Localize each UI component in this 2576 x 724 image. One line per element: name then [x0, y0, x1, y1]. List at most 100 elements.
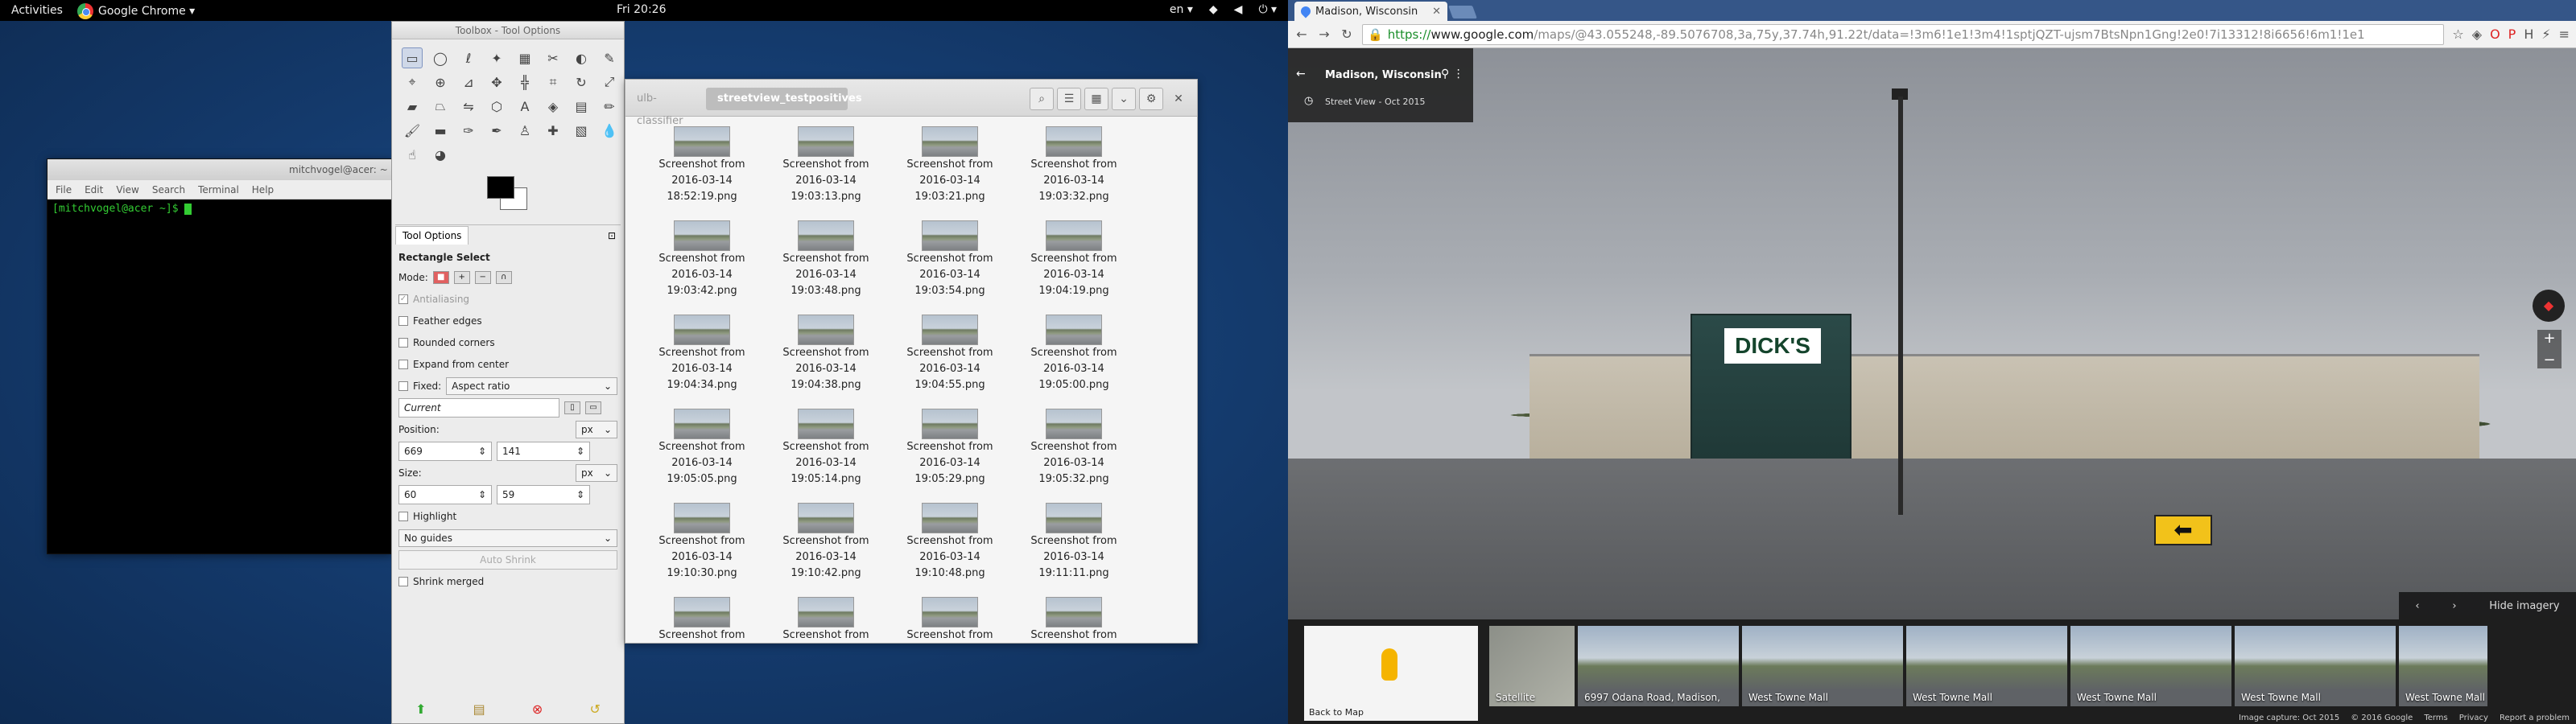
guides-dropdown[interactable]: No guides ⌄: [398, 529, 617, 547]
search-icon[interactable]: ⌕: [1030, 88, 1054, 110]
file-item[interactable]: Screenshot from 2016-03-14 19:03:48.png: [764, 217, 888, 308]
free-select-tool-icon[interactable]: ℓ: [458, 47, 479, 68]
zoom-tool-icon[interactable]: ⊕: [430, 72, 451, 93]
file-item[interactable]: Screenshot from: [640, 594, 764, 643]
position-x-field[interactable]: 669 ⇕: [398, 441, 492, 461]
grid-view-icon[interactable]: ▦: [1084, 88, 1108, 110]
paintbrush-tool-icon[interactable]: 🖌: [402, 120, 423, 141]
back-to-map-link[interactable]: Back to Map: [1309, 707, 1364, 718]
ellipse-select-tool-icon[interactable]: ◯: [430, 47, 451, 68]
airbrush-tool-icon[interactable]: ✑: [458, 120, 479, 141]
menu-file[interactable]: File: [56, 184, 72, 195]
extension-h-icon[interactable]: H: [2524, 27, 2533, 42]
pegman-icon[interactable]: [1381, 648, 1397, 681]
smudge-tool-icon[interactable]: ☝: [402, 144, 423, 165]
back-arrow-icon[interactable]: ←: [1296, 68, 1306, 80]
file-item[interactable]: Screenshot from 2016-03-14 19:05:29.png: [888, 405, 1012, 496]
extension-bolt-icon[interactable]: ⚡: [2541, 27, 2550, 42]
file-item[interactable]: Screenshot from 2016-03-14 19:05:14.png: [764, 405, 888, 496]
shrink-merged-checkbox[interactable]: [398, 576, 408, 586]
tab-madison[interactable]: Madison, Wisconsin ✕: [1294, 2, 1447, 21]
auto-shrink-button[interactable]: Auto Shrink: [398, 549, 617, 570]
size-unit-dropdown[interactable]: px ⌄: [576, 463, 617, 482]
location-pin-icon[interactable]: ⚲ ⋮: [1441, 68, 1464, 80]
report-problem-link[interactable]: Report a problem: [2500, 714, 2570, 722]
satellite-thumbnail[interactable]: Satellite: [1489, 626, 1575, 706]
foreground-color-swatch[interactable]: [487, 176, 514, 199]
save-options-icon[interactable]: ⬆: [415, 701, 426, 717]
chrome-window[interactable]: Madison, Wisconsin ✕ ← → ↻ 🔒 https://www…: [1288, 0, 2576, 724]
file-item[interactable]: Screenshot from 2016-03-14 19:04:19.png: [1012, 217, 1136, 308]
zoom-in-button[interactable]: +: [2543, 330, 2555, 347]
menu-search[interactable]: Search: [152, 184, 185, 195]
portrait-icon[interactable]: ▯: [564, 401, 580, 414]
reset-options-icon[interactable]: ↺: [589, 701, 600, 717]
close-icon[interactable]: ✕: [1166, 88, 1191, 110]
rect-select-tool-icon[interactable]: ▭: [402, 47, 423, 68]
file-item[interactable]: Screenshot from: [1012, 594, 1136, 643]
align-tool-icon[interactable]: ╬: [514, 72, 535, 93]
file-item[interactable]: Screenshot from 2016-03-14 19:04:55.png: [888, 311, 1012, 402]
expand-checkbox[interactable]: [398, 359, 408, 369]
spin-arrows-icon[interactable]: ⇕: [478, 446, 486, 457]
new-tab-button[interactable]: [1448, 6, 1477, 19]
keyboard-layout[interactable]: en ▾: [1170, 3, 1193, 16]
file-item[interactable]: Screenshot from 2016-03-14 19:03:54.png: [888, 217, 1012, 308]
rotate-tool-icon[interactable]: ↻: [571, 72, 592, 93]
dodge-burn-tool-icon[interactable]: ◕: [430, 144, 451, 165]
foreground-select-tool-icon[interactable]: ◐: [571, 47, 592, 68]
extension-o-icon[interactable]: O: [2490, 27, 2500, 42]
list-view-icon[interactable]: ☰: [1057, 88, 1081, 110]
imagery-thumbnail[interactable]: West Towne Mall: [1906, 626, 2067, 706]
mode-replace-button[interactable]: ■: [432, 270, 449, 284]
history-clock-icon[interactable]: ◷: [1304, 95, 1313, 107]
position-y-field[interactable]: 141 ⇕: [497, 441, 590, 461]
menu-view[interactable]: View: [116, 184, 138, 195]
mode-intersect-button[interactable]: ∩: [495, 270, 512, 284]
file-item[interactable]: Screenshot from 2016-03-14 19:04:34.png: [640, 311, 764, 402]
mode-subtract-button[interactable]: −: [474, 270, 491, 284]
heal-tool-icon[interactable]: ✚: [543, 120, 564, 141]
breadcrumb-current[interactable]: streetview_testpositives: [706, 88, 862, 110]
clock[interactable]: Fri 20:26: [617, 3, 666, 16]
bookmark-star-icon[interactable]: ☆: [2452, 27, 2463, 42]
system-status-area[interactable]: en ▾ ◆ ◀ ⏻ ▾: [1170, 3, 1277, 16]
prev-image-icon[interactable]: ‹: [2415, 600, 2419, 612]
file-item[interactable]: Screenshot from 2016-03-14 19:05:05.png: [640, 405, 764, 496]
color-select-tool-icon[interactable]: ▦: [514, 47, 535, 68]
imagery-thumbnail[interactable]: West Towne Mall: [2399, 626, 2487, 706]
eraser-tool-icon[interactable]: ▬: [430, 120, 451, 141]
file-item[interactable]: Screenshot from 2016-03-14 19:10:48.png: [888, 500, 1012, 590]
pinterest-icon[interactable]: P: [2508, 27, 2516, 42]
fixed-checkbox[interactable]: [398, 381, 408, 391]
file-item[interactable]: Screenshot from 2016-03-14 19:03:13.png: [764, 123, 888, 214]
terminal-window[interactable]: mitchvogel@acer: ~ File Edit View Search…: [47, 158, 393, 554]
crop-tool-icon[interactable]: ⌗: [543, 72, 564, 93]
current-ratio-field[interactable]: Current: [398, 397, 559, 418]
imagery-thumbnail[interactable]: West Towne Mall: [2235, 626, 2396, 706]
spin-arrows-icon[interactable]: ⇕: [576, 489, 584, 500]
mini-map[interactable]: Back to Map: [1304, 626, 1478, 721]
delete-options-icon[interactable]: ⊗: [532, 701, 543, 717]
file-item[interactable]: Screenshot from: [764, 594, 888, 643]
forward-arrow-icon[interactable]: →: [1317, 27, 1331, 42]
spin-arrows-icon[interactable]: ⇕: [478, 489, 486, 500]
color-picker-tool-icon[interactable]: ⌖: [402, 72, 423, 93]
reload-icon[interactable]: ↻: [1340, 27, 1354, 42]
tab-tool-options[interactable]: Tool Options: [395, 226, 469, 245]
blend-tool-icon[interactable]: ▤: [571, 96, 592, 117]
file-item[interactable]: Screenshot from 2016-03-14 19:03:21.png: [888, 123, 1012, 214]
scissors-tool-icon[interactable]: ✂: [543, 47, 564, 68]
privacy-link[interactable]: Privacy: [2459, 714, 2488, 722]
tab-menu-icon[interactable]: ⊡: [608, 230, 616, 241]
file-item[interactable]: Screenshot from 2016-03-14 19:10:30.png: [640, 500, 764, 590]
scale-tool-icon[interactable]: ⤢: [599, 72, 620, 93]
spin-arrows-icon[interactable]: ⇕: [576, 446, 584, 457]
highlight-checkbox[interactable]: [398, 511, 408, 521]
perspective-tool-icon[interactable]: ⏢: [430, 96, 451, 117]
address-bar[interactable]: 🔒 https://www.google.com/maps/@43.055248…: [1362, 23, 2445, 45]
restore-options-icon[interactable]: ▤: [473, 701, 485, 717]
next-image-icon[interactable]: ›: [2452, 600, 2456, 612]
gear-icon[interactable]: ⚙: [1139, 88, 1163, 110]
shear-tool-icon[interactable]: ▰: [402, 96, 423, 117]
